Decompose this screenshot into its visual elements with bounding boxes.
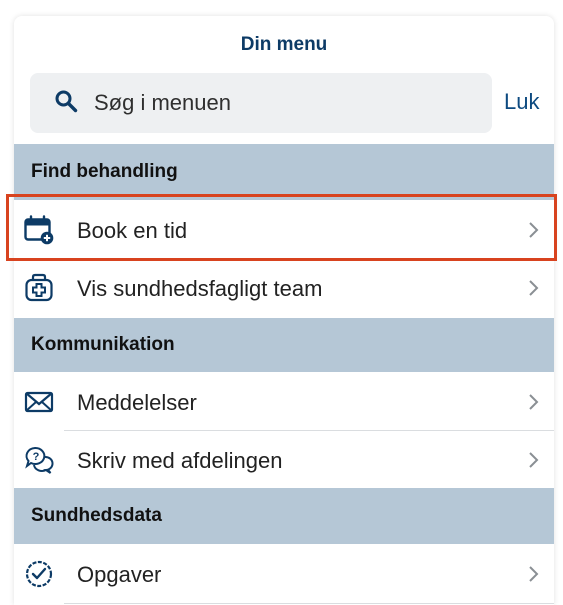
- menu-item-meddelelser[interactable]: Meddelelser: [14, 374, 554, 431]
- search-input[interactable]: [94, 73, 474, 133]
- divider: [64, 603, 554, 604]
- chat-question-icon: ?: [25, 446, 54, 474]
- menu-title: Din menu: [240, 34, 328, 55]
- search-box[interactable]: [30, 73, 492, 133]
- menu-item-opgaver[interactable]: Opgaver: [14, 546, 554, 603]
- section-header-kommunikation: Kommunikation: [14, 318, 554, 372]
- menu-item-label: Opgaver: [77, 561, 162, 587]
- menu-item-label: Skriv med afdelingen: [77, 447, 283, 473]
- menu-item-label: Vis sundhedsfagligt team: [77, 275, 323, 301]
- menu-panel: Din menu Luk Find behandling Book en tid: [14, 16, 554, 605]
- chevron-right-icon: [529, 222, 539, 238]
- menu-item-skriv-med-afdelingen[interactable]: ? Skriv med afdelingen: [14, 432, 554, 489]
- close-button[interactable]: Luk: [504, 89, 539, 115]
- chevron-right-icon: [529, 566, 539, 582]
- clock-check-icon: [25, 560, 53, 588]
- envelope-icon: [24, 391, 54, 413]
- svg-text:?: ?: [33, 451, 40, 463]
- section-header-sundhedsdata: Sundhedsdata: [14, 488, 554, 544]
- medical-bag-icon: [25, 273, 53, 302]
- menu-item-label: Meddelelser: [77, 389, 197, 415]
- menu-item-book-en-tid[interactable]: Book en tid: [14, 202, 554, 259]
- divider: [64, 430, 554, 431]
- chevron-right-icon: [529, 452, 539, 468]
- chevron-right-icon: [529, 280, 539, 296]
- menu-item-label: Book en tid: [77, 217, 188, 243]
- section-header-find-behandling: Find behandling: [14, 144, 554, 200]
- chevron-right-icon: [529, 394, 539, 410]
- calendar-add-icon: [24, 215, 54, 245]
- menu-item-vis-sundhedsfagligt-team[interactable]: Vis sundhedsfagligt team: [14, 260, 554, 317]
- search-icon: [55, 90, 78, 113]
